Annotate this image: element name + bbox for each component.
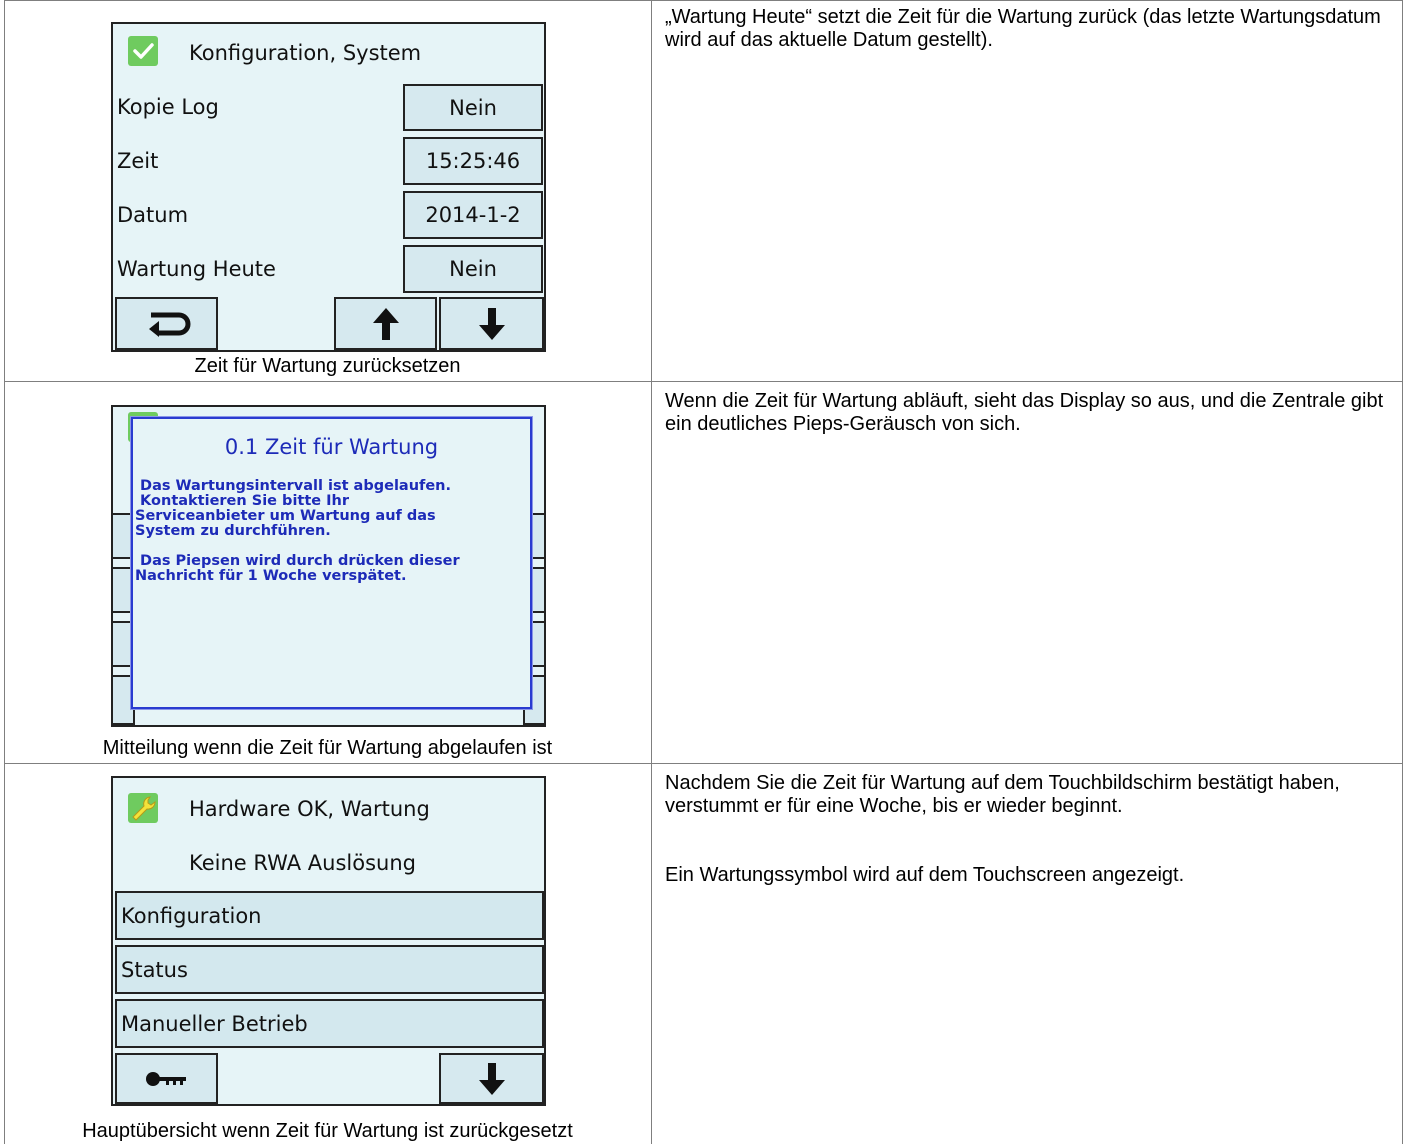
- row-label-wartung-heute: Wartung Heute: [117, 257, 276, 281]
- row-label-zeit: Zeit: [117, 149, 159, 173]
- screen-subtitle: Keine RWA Auslösung: [189, 851, 416, 875]
- popup-line-5: Das Piepsen wird durch drücken dieser: [135, 553, 460, 569]
- down-button-main[interactable]: [439, 1053, 544, 1104]
- key-icon: [145, 1071, 186, 1086]
- return-arrow-icon: [148, 312, 190, 337]
- back-button[interactable]: [115, 297, 218, 350]
- description-row1: „Wartung Heute“ setzt die Zeit für die W…: [665, 6, 1381, 51]
- description-row2: Wenn die Zeit für Wartung abläuft, sieht…: [665, 390, 1384, 435]
- popup-line-6: Nachricht für 1 Woche verspätet.: [135, 568, 407, 584]
- menu-button-konfiguration[interactable]: Konfiguration: [115, 891, 544, 940]
- menu-button-manueller-betrieb[interactable]: Manueller Betrieb: [115, 999, 544, 1048]
- main-overview-screen: Hardware OK, Wartung Keine RWA Auslösung…: [111, 776, 546, 1106]
- caption-row1: Zeit für Wartung zurücksetzen: [194, 355, 461, 377]
- maintenance-alert-screen: 0.1 Zeit für Wartung Das Wartungsinterva…: [111, 405, 546, 727]
- row2-right-cell: [651, 381, 1403, 763]
- popup-title: 0.1 Zeit für Wartung: [224, 435, 439, 459]
- screen-title: Konfiguration, System: [189, 41, 422, 65]
- arrow-down-icon: [478, 307, 505, 340]
- key-login-button[interactable]: [115, 1053, 218, 1104]
- description-row3-p2: Ein Wartungssymbol wird auf dem Touchscr…: [665, 864, 1185, 886]
- datum-value-button[interactable]: 2014-1-2: [403, 191, 543, 239]
- row-label-datum: Datum: [117, 203, 189, 227]
- kopie-log-value-button[interactable]: Nein: [403, 84, 543, 131]
- row-label-kopie-log: Kopie Log: [117, 95, 219, 119]
- popup-line-2: Kontaktieren Sie bitte Ihr: [135, 493, 350, 509]
- screen-title-hardware: Hardware OK, Wartung: [189, 797, 430, 821]
- wartung-heute-value-button[interactable]: Nein: [403, 245, 543, 293]
- maintenance-popup[interactable]: 0.1 Zeit für Wartung Das Wartungsinterva…: [131, 417, 532, 709]
- config-system-screen: Konfiguration, System Kopie Log Nein Zei…: [111, 22, 546, 352]
- caption-row2: Mitteilung wenn die Zeit für Wartung abg…: [102, 737, 553, 759]
- row1-right-cell: [651, 0, 1403, 381]
- caption-row3: Hauptübersicht wenn Zeit für Wartung ist…: [82, 1120, 573, 1142]
- description-row3-p1: Nachdem Sie die Zeit für Wartung auf dem…: [665, 772, 1340, 817]
- wrench-icon: [128, 793, 158, 823]
- check-icon: [128, 36, 158, 66]
- row3-right-cell: [651, 763, 1403, 1144]
- down-button[interactable]: [439, 297, 544, 350]
- zeit-value-button[interactable]: 15:25:46: [403, 137, 543, 185]
- popup-line-3: Serviceanbieter um Wartung auf das: [135, 508, 436, 524]
- menu-button-status[interactable]: Status: [115, 945, 544, 994]
- up-button[interactable]: [334, 297, 437, 350]
- arrow-up-icon: [372, 307, 399, 340]
- popup-line-1: Das Wartungsintervall ist abgelaufen.: [135, 478, 451, 494]
- popup-line-4: System zu durchführen.: [135, 523, 331, 539]
- arrow-down-icon: [478, 1062, 505, 1095]
